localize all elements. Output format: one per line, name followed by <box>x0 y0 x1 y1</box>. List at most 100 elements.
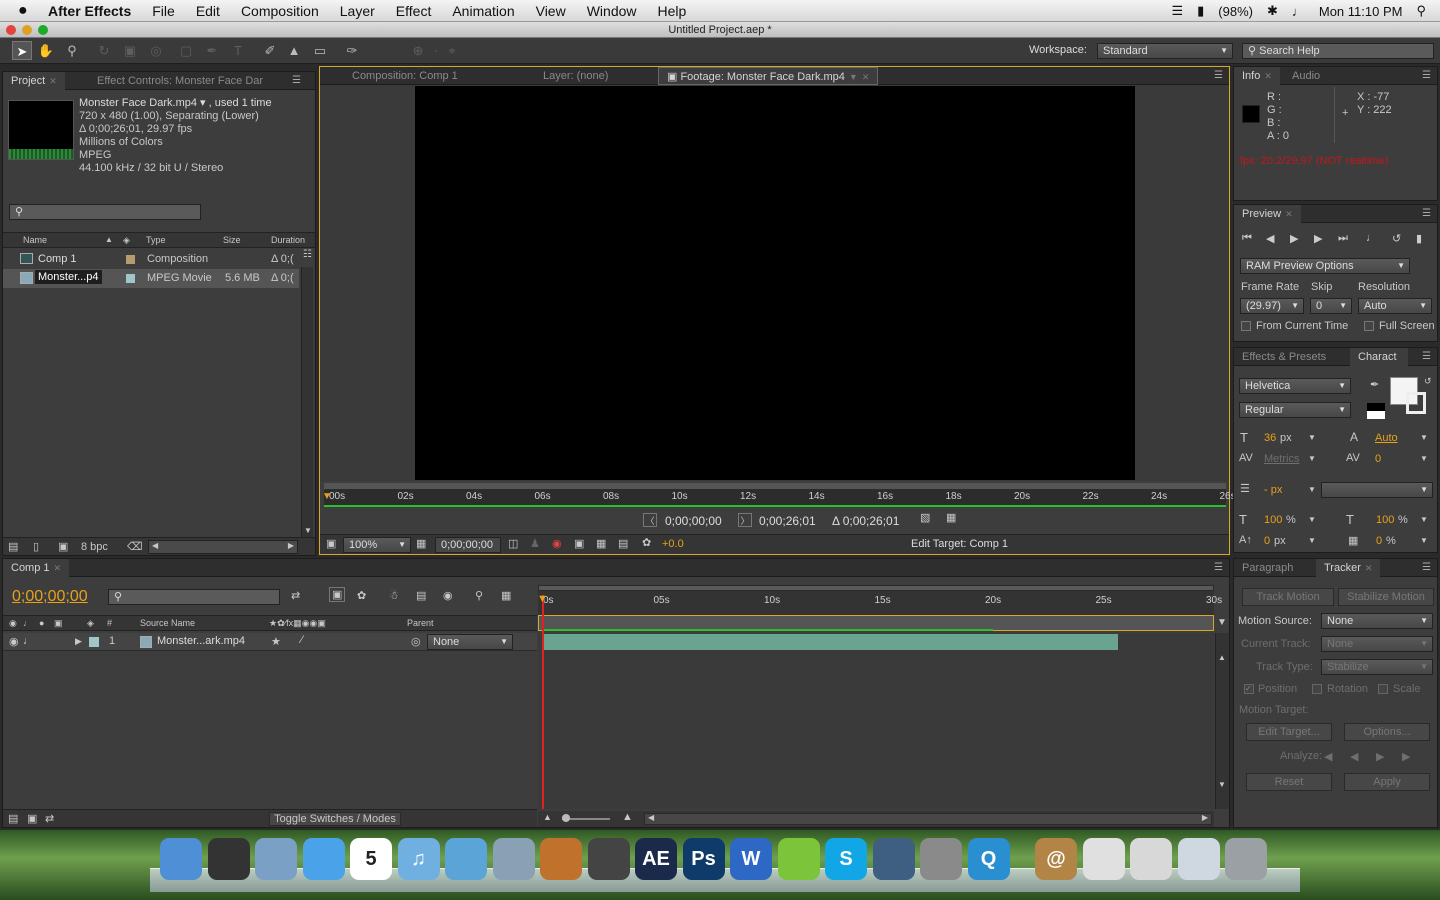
scroll-right-icon[interactable]: ▶ <box>288 541 294 550</box>
chevron-down-icon[interactable]: ▼ <box>1308 515 1316 524</box>
tab-tracker[interactable]: Tracker ✕ <box>1316 559 1381 577</box>
tab-effect-controls[interactable]: Effect Controls: Monster Face Dar <box>89 72 271 90</box>
menu-window[interactable]: Window <box>587 3 637 19</box>
loop-icon[interactable]: ↺ <box>1392 232 1401 245</box>
dock-finder-icon[interactable] <box>160 838 202 880</box>
apply-button[interactable]: Apply <box>1344 773 1430 791</box>
solo-switch-icon[interactable]: ● <box>39 616 44 630</box>
composition-mini-flowchart-icon[interactable]: ⇄ <box>291 589 300 602</box>
safe-zones-icon[interactable]: ▦ <box>416 537 426 550</box>
analyze-forward-icon[interactable]: ▶ <box>1376 750 1384 763</box>
dock-ical-icon[interactable]: 5 <box>350 838 392 880</box>
frame-blending-icon[interactable]: ▤ <box>416 589 426 602</box>
font-family-dropdown[interactable]: Helvetica ▼ <box>1239 378 1351 394</box>
dock-after-effects-icon[interactable]: AE <box>635 838 677 880</box>
dock-torrent-icon[interactable] <box>1130 838 1172 880</box>
tab-character[interactable]: Charact <box>1350 348 1408 366</box>
next-frame-icon[interactable]: ▶ <box>1314 232 1322 245</box>
black-swatch[interactable] <box>1367 403 1385 411</box>
timeline-vertical-scrollbar[interactable]: ▲ ▼ <box>1215 633 1229 809</box>
selection-tool-icon[interactable]: ➤ <box>12 41 32 60</box>
layer-label-color[interactable] <box>89 637 99 647</box>
tab-project[interactable]: Project ✕ <box>3 72 65 90</box>
current-track-dropdown[interactable]: None ▼ <box>1321 636 1433 652</box>
stabilize-motion-button[interactable]: Stabilize Motion <box>1338 588 1434 606</box>
column-name[interactable]: Name <box>23 233 47 247</box>
tab-info[interactable]: Info ✕ <box>1234 67 1280 85</box>
live-update-icon[interactable]: ▣ <box>329 587 346 602</box>
zoom-window-icon[interactable] <box>38 25 48 35</box>
pan-behind-tool-icon[interactable]: ◎ <box>146 41 166 60</box>
track-motion-button[interactable]: Track Motion <box>1242 588 1334 606</box>
tab-footage[interactable]: ▣ Footage: Monster Face Dark.mp4 ▼ ✕ <box>658 67 879 85</box>
pickwhip-icon[interactable]: ◎ <box>411 635 421 648</box>
tab-layer[interactable]: Layer: (none) <box>535 67 616 85</box>
motion-source-dropdown[interactable]: None ▼ <box>1321 613 1433 629</box>
current-time-display[interactable]: 0;00;00;00 <box>12 588 88 606</box>
playhead-icon[interactable]: ▼ <box>322 491 332 502</box>
options-button[interactable]: Options... <box>1344 723 1430 741</box>
label-tag-icon[interactable]: ◈ <box>123 233 130 247</box>
project-scrollbar[interactable]: ☷ ▼ <box>301 249 313 537</box>
menu-view[interactable]: View <box>536 3 566 19</box>
full-screen-checkbox[interactable] <box>1364 321 1374 331</box>
tracking-value[interactable]: 0 <box>1375 453 1381 465</box>
reset-button[interactable]: Reset <box>1246 773 1332 791</box>
video-eye-icon[interactable]: ◉ <box>9 635 19 648</box>
rotation-tool-icon[interactable]: ↻ <box>94 41 114 60</box>
channel-icon[interactable]: ◉ <box>552 537 562 550</box>
video-switch-icon[interactable]: ◉ <box>9 616 17 630</box>
parent-dropdown[interactable]: None ▼ <box>427 634 513 650</box>
dock-skype-icon[interactable]: S <box>825 838 867 880</box>
search-help-field[interactable]: ⚲ Search Help <box>1242 43 1434 59</box>
swap-colors-icon[interactable]: ↺ <box>1424 376 1432 387</box>
font-size-value[interactable]: 36 <box>1264 432 1276 444</box>
project-row-footage[interactable]: Monster...p4 MPEG Movie 5.6 MB Δ 0;( <box>3 269 299 288</box>
eyedropper-icon[interactable]: ✒ <box>1370 378 1379 391</box>
close-window-icon[interactable] <box>6 25 16 35</box>
dock-expose-icon[interactable] <box>872 838 915 880</box>
puppet-pin-tool-icon[interactable]: ✑ <box>342 41 362 60</box>
panel-menu-icon[interactable]: ☰ <box>1422 562 1431 573</box>
tsume-value[interactable]: 0 <box>1376 535 1382 547</box>
layer-switches-toggle-icon[interactable]: ▤ <box>8 812 18 825</box>
chevron-down-icon[interactable]: ▼ <box>1308 485 1316 494</box>
footage-name[interactable]: Monster Face Dark.mp4 ▾ , used 1 time <box>79 97 272 110</box>
stroke-width-value[interactable]: - px <box>1264 484 1282 496</box>
column-type[interactable]: Type <box>146 233 166 247</box>
track-type-dropdown[interactable]: Stabilize ▼ <box>1321 659 1433 675</box>
edit-target-button[interactable]: Edit Target... <box>1246 723 1332 741</box>
pixel-aspect-icon[interactable]: ▤ <box>618 537 628 550</box>
layer-number-header[interactable]: # <box>107 616 112 630</box>
flowchart-icon[interactable]: ☷ <box>303 249 312 260</box>
lock-switch-icon[interactable]: ▣ <box>54 616 63 630</box>
scroll-up-icon[interactable]: ▲ <box>1218 653 1226 662</box>
layer-row[interactable]: ◉ ♩ ▶ 1 Monster...ark.mp4 ★ ∕ ◎ None ▼ <box>3 633 537 651</box>
analyze-next-icon[interactable]: ▶ <box>1402 750 1410 763</box>
footage-time-ruler[interactable]: 00s 02s 04s 06s 08s 10s 12s 14s 16s 18s 20s 22s 24s 2… <box>322 483 1236 507</box>
lock-icon[interactable]: ▣ <box>667 71 680 83</box>
resolution-dropdown[interactable]: Auto ▼ <box>1358 298 1432 314</box>
layer-source-name[interactable]: Monster...ark.mp4 <box>157 635 245 647</box>
mute-audio-icon[interactable]: ♩ <box>1366 232 1377 244</box>
region-of-interest-icon[interactable]: ▣ <box>574 537 584 550</box>
leading-value[interactable]: Auto <box>1375 432 1398 444</box>
hide-shy-layers-icon[interactable]: ☃ <box>389 589 399 602</box>
chevron-down-icon[interactable]: ▼ <box>1308 454 1316 463</box>
menu-edit[interactable]: Edit <box>196 3 220 19</box>
from-current-time-checkbox[interactable] <box>1241 321 1251 331</box>
panel-menu-icon[interactable]: ☰ <box>1422 70 1431 81</box>
panel-menu-icon[interactable]: ☰ <box>1422 208 1431 219</box>
switches-header-icon[interactable]: ★✿∕fx▦◉◉▣ <box>269 616 326 630</box>
quality-switch-icon[interactable]: ∕ <box>301 634 303 646</box>
transfer-controls-toggle-icon[interactable]: ▣ <box>27 812 37 825</box>
timeline-ruler[interactable]: 0s 05s 10s 15s 20s 25s 30s <box>538 585 1222 615</box>
rotation-checkbox[interactable] <box>1312 684 1322 694</box>
panel-menu-icon[interactable]: ☰ <box>292 75 301 86</box>
toggle-switches-modes-button[interactable]: Toggle Switches / Modes <box>269 812 401 826</box>
zoom-out-icon[interactable]: ▲ <box>543 812 552 822</box>
frame-rate-dropdown[interactable]: (29.97) ▼ <box>1240 298 1304 314</box>
battery-icon[interactable]: ▮ <box>1197 3 1204 19</box>
tab-comp-1[interactable]: Comp 1 ✕ <box>3 559 70 577</box>
volume-icon[interactable]: ♩ <box>1292 4 1305 19</box>
